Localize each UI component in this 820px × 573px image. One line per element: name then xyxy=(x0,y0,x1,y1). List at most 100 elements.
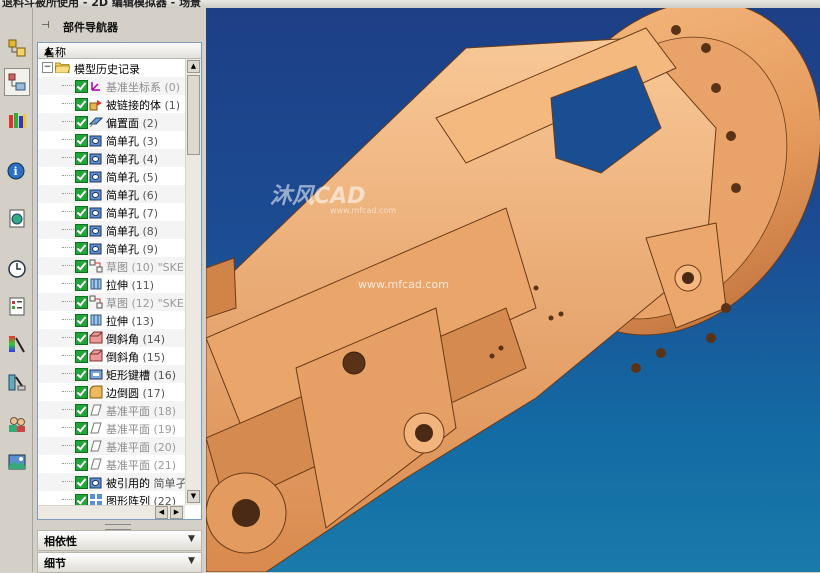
tree-row[interactable]: 简单孔 (8) xyxy=(38,221,185,239)
checkbox[interactable] xyxy=(75,296,88,309)
details-panel-header[interactable]: 细节 ▼ xyxy=(37,552,202,573)
hole-icon xyxy=(89,153,102,165)
tree-row[interactable]: 拉伸 (13) xyxy=(38,311,185,329)
checkbox[interactable] xyxy=(75,260,88,273)
checkbox[interactable] xyxy=(75,494,88,505)
checkbox[interactable] xyxy=(75,404,88,417)
checkbox[interactable] xyxy=(75,314,88,327)
tree-row[interactable]: 基准平面 (20) xyxy=(38,437,185,455)
feature-name: 简单孔 xyxy=(106,225,139,238)
checkbox[interactable] xyxy=(75,80,88,93)
checkbox[interactable] xyxy=(75,476,88,489)
feature-label: 被引用的 简单孑 xyxy=(106,475,185,491)
tree-row[interactable]: 简单孔 (7) xyxy=(38,203,185,221)
feature-label: 图形阵列 (22) xyxy=(106,493,176,505)
tree-row[interactable]: 基准平面 (18) xyxy=(38,401,185,419)
checkbox[interactable] xyxy=(75,440,88,453)
checkbox[interactable] xyxy=(75,152,88,165)
tree-row[interactable]: 倒斜角 (15) xyxy=(38,347,185,365)
tree-connector xyxy=(62,301,74,302)
feature-name: 基准平面 xyxy=(106,459,150,472)
tree-row[interactable]: 图形阵列 (22) xyxy=(38,491,185,505)
feature-name: 简单孔 xyxy=(106,171,139,184)
feature-label: 基准坐标系 (0) xyxy=(106,79,180,95)
tree-connector xyxy=(62,481,74,482)
tree-horizontal-scrollbar[interactable]: ◀ ▶ xyxy=(38,505,185,519)
tree-connector xyxy=(62,499,74,500)
checkbox[interactable] xyxy=(75,116,88,129)
scroll-right-icon[interactable]: ▶ xyxy=(170,506,183,519)
chevron-down-icon[interactable]: ▼ xyxy=(184,532,199,547)
tree-vertical-scrollbar[interactable]: ▲ ▼ xyxy=(185,59,201,505)
system-materials-icon[interactable] xyxy=(4,292,30,320)
tree-row[interactable]: 矩形键槽 (16) xyxy=(38,365,185,383)
tree-row[interactable]: 简单孔 (6) xyxy=(38,185,185,203)
checkbox[interactable] xyxy=(75,242,88,255)
feature-label: 矩形键槽 (16) xyxy=(106,367,176,383)
feature-label: 偏置面 (2) xyxy=(106,115,158,131)
checkbox[interactable] xyxy=(75,386,88,399)
feature-label: 简单孔 (8) xyxy=(106,223,158,239)
folder-open-icon xyxy=(55,62,70,73)
checkbox[interactable] xyxy=(75,350,88,363)
part-navigator-icon[interactable] xyxy=(4,68,30,96)
checkbox[interactable] xyxy=(75,170,88,183)
checkbox[interactable] xyxy=(75,458,88,471)
tree-connector xyxy=(62,355,74,356)
tree-row[interactable]: 简单孔 (5) xyxy=(38,167,185,185)
tree-node-model-history[interactable]: − 模型历史记录 xyxy=(38,59,185,77)
assembly-navigator-icon[interactable] xyxy=(4,34,30,62)
checkbox[interactable] xyxy=(75,224,88,237)
checkbox[interactable] xyxy=(75,188,88,201)
tree-row[interactable]: 被链接的体 (1) xyxy=(38,95,185,113)
checkbox[interactable] xyxy=(75,98,88,111)
tree-connector xyxy=(62,373,74,374)
tree-row[interactable]: 基准平面 (21) xyxy=(38,455,185,473)
tree-connector xyxy=(62,211,74,212)
hole-icon xyxy=(89,243,102,255)
collapse-icon[interactable]: − xyxy=(42,62,53,73)
hole-icon xyxy=(89,207,102,219)
checkbox[interactable] xyxy=(75,134,88,147)
checkbox[interactable] xyxy=(75,206,88,219)
tree-row[interactable]: 边倒圆 (17) xyxy=(38,383,185,401)
tree-row[interactable]: 偏置面 (2) xyxy=(38,113,185,131)
checkbox[interactable] xyxy=(75,422,88,435)
dependencies-panel-header[interactable]: 相依性 ▼ xyxy=(37,530,202,551)
watermark-url: www.mfcad.com xyxy=(358,278,449,291)
process-studio-icon[interactable] xyxy=(4,330,30,358)
checkbox[interactable] xyxy=(75,368,88,381)
tree-row[interactable]: 基准平面 (19) xyxy=(38,419,185,437)
tree-connector xyxy=(62,121,74,122)
roles-icon[interactable] xyxy=(4,410,30,438)
scroll-thumb[interactable] xyxy=(187,75,200,155)
checkbox[interactable] xyxy=(75,332,88,345)
web-browser-icon[interactable] xyxy=(4,204,30,232)
chevron-down-icon[interactable]: ▼ xyxy=(184,554,199,569)
tree-row[interactable]: 被引用的 简单孑 xyxy=(38,473,185,491)
tree-row[interactable]: 草图 (12) "SKE xyxy=(38,293,185,311)
tree-row[interactable]: 拉伸 (11) xyxy=(38,275,185,293)
tree-row[interactable]: 简单孔 (9) xyxy=(38,239,185,257)
system-scenes-icon[interactable] xyxy=(4,448,30,476)
info-icon[interactable]: i xyxy=(4,156,30,184)
feature-index: (12) "SKE xyxy=(131,297,184,310)
column-header-name[interactable]: 名称 ▲ xyxy=(38,43,201,59)
tree-row[interactable]: 草图 (10) "SKE xyxy=(38,257,185,275)
scroll-up-icon[interactable]: ▲ xyxy=(187,60,200,73)
feature-index: (18) xyxy=(153,405,177,418)
tree-row[interactable]: 倒斜角 (14) xyxy=(38,329,185,347)
checkbox[interactable] xyxy=(75,278,88,291)
graphics-viewport[interactable]: 沐风CAD www.mfcad.com www.mfcad.com xyxy=(206,8,820,572)
scroll-left-icon[interactable]: ◀ xyxy=(155,506,168,519)
tree-row[interactable]: 简单孔 (4) xyxy=(38,149,185,167)
datum-csys-icon xyxy=(91,82,100,91)
scroll-down-icon[interactable]: ▼ xyxy=(187,490,200,503)
tree-row[interactable]: 简单孔 (3) xyxy=(38,131,185,149)
history-icon[interactable] xyxy=(4,254,30,282)
manufacturing-wizard-icon[interactable] xyxy=(4,368,30,396)
dependencies-panel-title: 相依性 xyxy=(44,535,77,548)
pin-icon[interactable]: ⊣ xyxy=(41,20,50,31)
reuse-library-icon[interactable] xyxy=(4,106,30,134)
tree-row[interactable]: 基准坐标系 (0) xyxy=(38,77,185,95)
